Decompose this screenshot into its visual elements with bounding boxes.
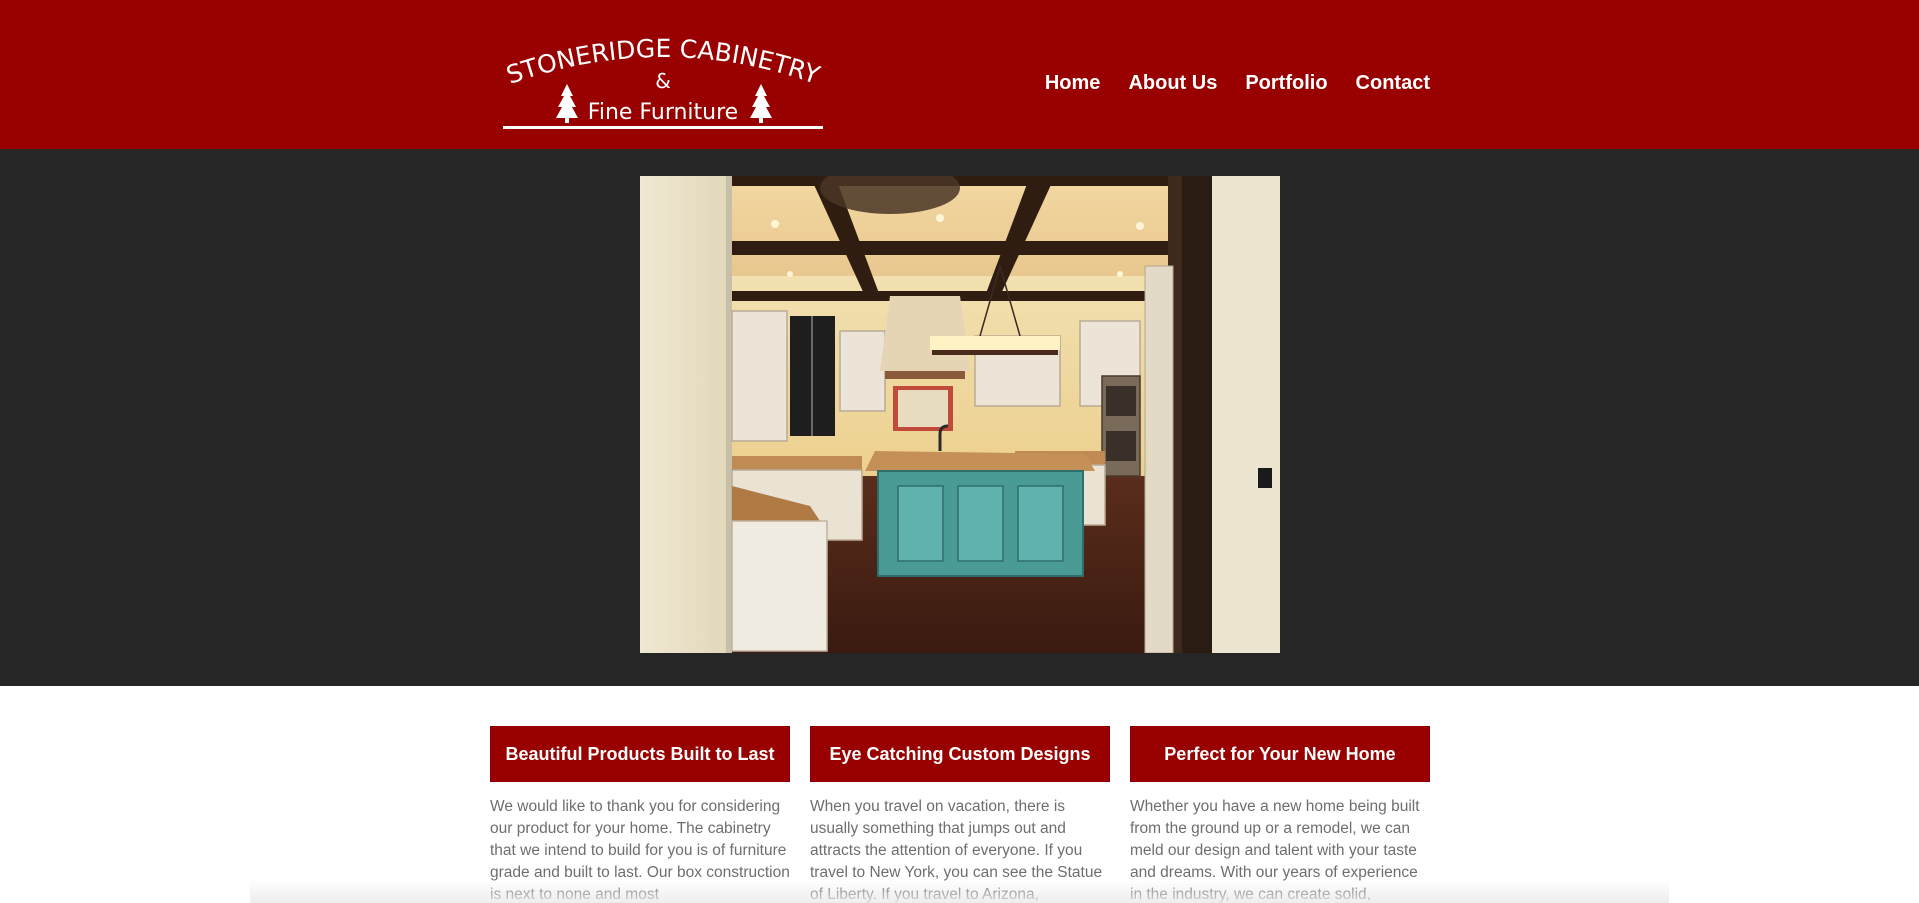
tree-icon-left [556,84,578,123]
kitchen-photo [640,176,1280,653]
nav-about-us[interactable]: About Us [1128,71,1217,95]
logo-subtitle: Fine Furniture [588,100,738,125]
logo-underline [503,126,823,129]
tree-icon-right [750,84,772,123]
logo-ampersand: & [655,69,671,93]
hero-section [0,149,1919,686]
features-section: Beautiful Products Built to Last We woul… [490,726,1430,903]
nav-contact[interactable]: Contact [1356,71,1430,95]
feature-text: Whether you have a new home being built … [1130,798,1420,903]
nav-home[interactable]: Home [1045,71,1101,95]
main-nav: Home About Us Portfolio Contact [1045,71,1430,95]
feature-text: When you travel on vacation, there is us… [810,798,1103,903]
feature-column: Eye Catching Custom Designs When you tra… [810,726,1110,903]
feature-title: Beautiful Products Built to Last [490,726,790,782]
feature-title: Eye Catching Custom Designs [810,726,1110,782]
feature-column: Beautiful Products Built to Last We woul… [490,726,790,903]
site-header: STONERIDGE CABINETRY & Fine Furniture Ho… [0,0,1919,149]
feature-title: Perfect for Your New Home [1130,726,1430,782]
nav-portfolio[interactable]: Portfolio [1245,71,1327,95]
feature-column: Perfect for Your New Home Whether you ha… [1130,726,1430,903]
feature-text: We would like to thank you for consideri… [490,798,790,903]
logo-graphic: STONERIDGE CABINETRY & Fine Furniture [503,34,824,129]
site-logo[interactable]: STONERIDGE CABINETRY & Fine Furniture [497,34,829,134]
